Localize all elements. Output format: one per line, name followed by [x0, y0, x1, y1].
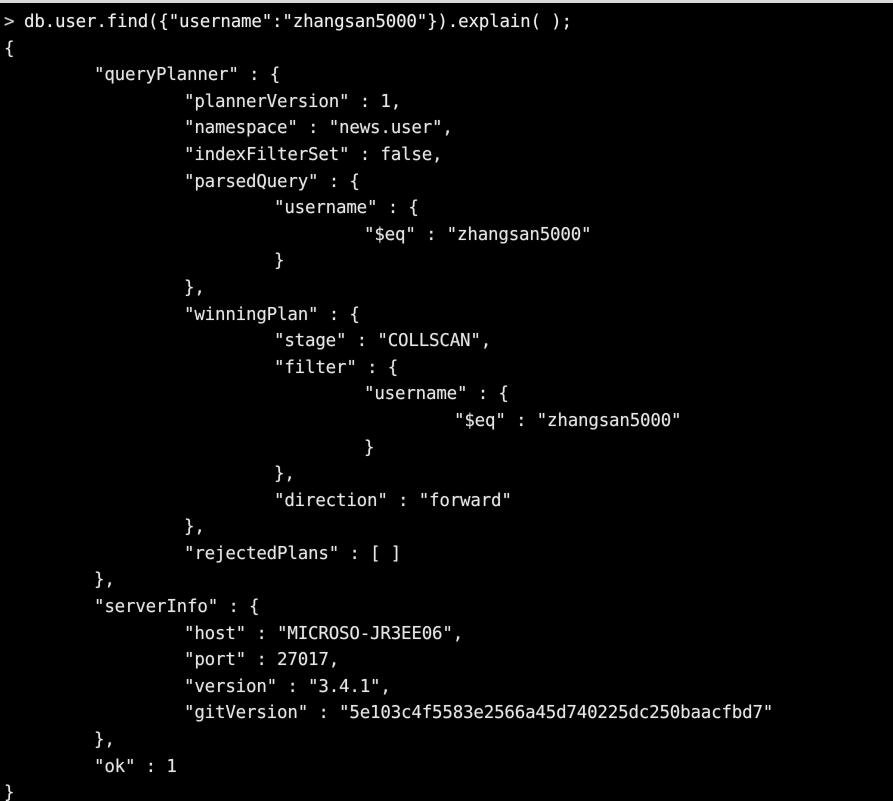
output-line: "ok" : 1: [94, 756, 177, 777]
output-line: "namespace" : "news.user",: [184, 118, 453, 139]
output-line: "port" : 27017,: [184, 650, 340, 671]
output-line: "stage" : "COLLSCAN",: [274, 331, 492, 352]
terminal-window[interactable]: > db.user.find({"username":"zhangsan5000…: [0, 0, 893, 801]
output-line: "username" : {: [364, 384, 509, 405]
output-line: {: [4, 38, 15, 59]
output-line: "parsedQuery" : {: [184, 171, 360, 192]
output-line: },: [184, 277, 205, 298]
output-line: "winningPlan" : {: [184, 304, 360, 325]
prompt-symbol-icon: >: [4, 12, 15, 32]
output-line: }: [4, 783, 15, 801]
output-line: },: [94, 570, 115, 591]
output-line: "serverInfo" : {: [94, 597, 260, 618]
output-line: },: [184, 517, 205, 538]
output-line: }: [274, 251, 285, 272]
terminal-screen[interactable]: > db.user.find({"username":"zhangsan5000…: [4, 9, 893, 801]
output-line: "gitVersion" : "5e103c4f5583e2566a45d740…: [184, 703, 774, 724]
command-output: { "queryPlanner" : { "plannerVersion" : 1,…: [4, 36, 893, 801]
output-line: "filter" : {: [274, 357, 399, 378]
output-line: "username" : {: [274, 198, 419, 219]
output-line: "host" : "MICROSO-JR3EE06",: [184, 623, 464, 644]
output-line: }: [364, 437, 375, 458]
output-line: "$eq" : "zhangsan5000": [364, 224, 592, 245]
command-prompt-line: > db.user.find({"username":"zhangsan5000…: [4, 9, 893, 36]
output-line: "direction" : "forward": [274, 490, 512, 511]
output-line: "indexFilterSet" : false,: [184, 144, 443, 165]
output-line: "plannerVersion" : 1,: [184, 91, 402, 112]
output-line: "$eq" : "zhangsan5000": [454, 410, 682, 431]
output-line: },: [94, 730, 115, 751]
command-input[interactable]: db.user.find({"username":"zhangsan5000"}…: [24, 9, 572, 36]
output-line: "rejectedPlans" : [ ]: [184, 543, 402, 564]
output-line: "queryPlanner" : {: [94, 65, 281, 86]
output-line: },: [274, 464, 295, 485]
output-line: "version" : "3.4.1",: [184, 676, 391, 697]
